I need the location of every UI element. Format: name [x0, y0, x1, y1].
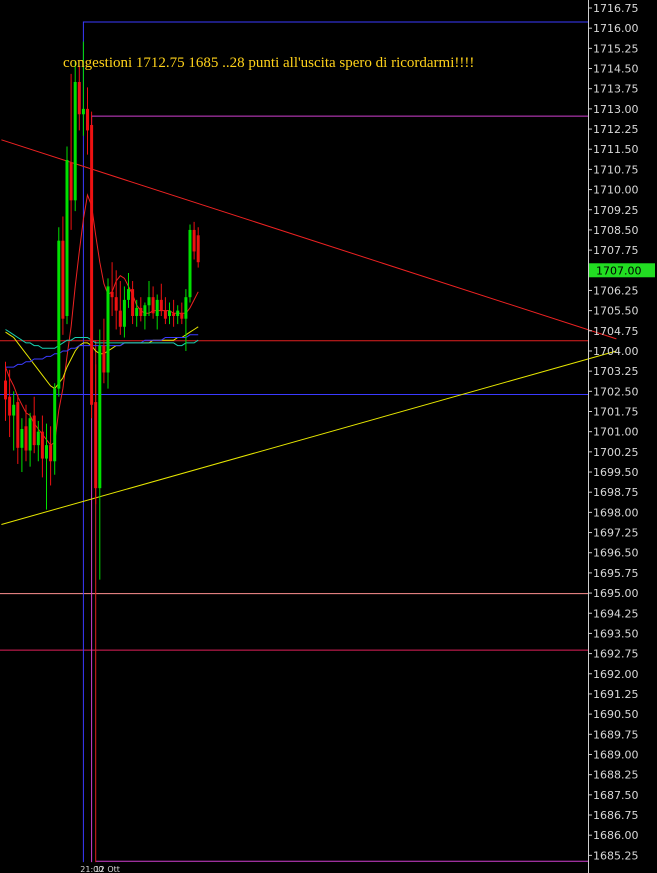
price-tick-label: 1703.25	[593, 365, 639, 378]
candle-body	[65, 159, 69, 317]
price-tick-label: 1692.00	[593, 668, 639, 681]
candle-body	[28, 418, 32, 451]
candle-body	[118, 310, 122, 327]
candle-body	[12, 404, 16, 416]
candle-body	[196, 235, 200, 263]
price-tick-label: 1700.25	[593, 446, 639, 459]
price-tick-label: 1704.75	[593, 325, 639, 338]
price-tick-label: 1699.50	[593, 466, 639, 479]
price-tick-label: 1689.75	[593, 728, 639, 741]
last-price-badge: 1707.00	[589, 263, 655, 278]
price-tick-label: 1696.50	[593, 547, 639, 560]
candle-body	[61, 240, 65, 319]
time-axis-label: 12 Ott	[95, 865, 120, 873]
price-tick-label: 1686.00	[593, 829, 639, 842]
price-tick-label: 1698.75	[593, 486, 639, 499]
price-tick-label: 1692.75	[593, 648, 639, 661]
candle-body	[155, 299, 159, 317]
price-tick-label: 1715.25	[593, 42, 639, 55]
price-chart: 1716.75 1716.00 1715.25 1714.50 1713.75 1713.…	[0, 0, 657, 873]
price-tick-label: 1704.00	[593, 345, 639, 358]
candle-body	[131, 289, 135, 317]
price-tick-label: 1689.00	[593, 748, 639, 761]
price-tick-label: 1695.00	[593, 587, 639, 600]
price-tick-label: 1708.50	[593, 224, 639, 237]
candle-body	[172, 313, 176, 317]
price-tick-label: 1709.25	[593, 204, 639, 217]
price-tick-label: 1686.75	[593, 809, 639, 822]
candle-body	[36, 431, 40, 446]
price-tick-label: 1710.75	[593, 163, 639, 176]
price-tick-label: 1713.75	[593, 83, 639, 96]
candle-body	[94, 402, 98, 489]
candle-body	[122, 299, 126, 327]
candle-body	[90, 125, 94, 405]
price-tick-label: 1697.25	[593, 527, 639, 540]
candle-body	[188, 229, 192, 298]
price-tick-label: 1691.25	[593, 688, 639, 701]
candle-body	[4, 380, 7, 400]
candle-body	[57, 240, 61, 389]
candle-body	[110, 291, 114, 298]
price-tick-label: 1716.75	[593, 2, 639, 15]
price-tick-label: 1712.25	[593, 123, 639, 136]
price-tick-label: 1685.25	[593, 849, 639, 862]
candle-body	[127, 289, 130, 300]
candle-body	[86, 108, 89, 131]
candle-body	[135, 307, 139, 317]
price-tick-label: 1693.50	[593, 627, 639, 640]
price-tick-label: 1694.25	[593, 607, 639, 620]
candle-body	[139, 307, 143, 317]
candle-body	[163, 310, 167, 319]
candle-body	[69, 162, 73, 201]
time-axis-labels: 21:0012 Ott	[80, 865, 120, 873]
candle-body	[102, 345, 106, 373]
price-tick-label: 1688.25	[593, 769, 639, 782]
candle-body	[184, 297, 188, 319]
candle-body	[151, 297, 155, 314]
candle-body	[81, 108, 85, 115]
candle-body	[147, 297, 151, 306]
candle-body	[40, 431, 44, 459]
candle-body	[16, 402, 20, 448]
price-tick-label: 1706.25	[593, 284, 639, 297]
candle-body	[77, 81, 81, 115]
candle-body	[168, 310, 171, 317]
candle-body	[176, 310, 180, 317]
candle-body	[49, 445, 53, 462]
price-tick-label: 1687.50	[593, 789, 639, 802]
last-price-label: 1707.00	[596, 264, 642, 277]
price-tick-label: 1701.00	[593, 426, 639, 439]
candle-body	[73, 81, 77, 201]
candle-body	[24, 426, 28, 451]
candle-body	[106, 286, 110, 373]
candle-body	[8, 396, 12, 416]
price-tick-label: 1695.75	[593, 567, 639, 580]
candle-body	[98, 345, 102, 489]
candle-body	[53, 388, 57, 462]
chart-annotation: congestioni 1712.75 1685 ..28 punti all'…	[63, 55, 474, 71]
price-tick-label: 1711.50	[593, 143, 639, 156]
price-tick-label: 1705.50	[593, 305, 639, 318]
price-tick-label: 1710.00	[593, 184, 639, 197]
candle-body	[45, 445, 48, 459]
price-tick-label: 1701.75	[593, 406, 639, 419]
candle-body	[20, 428, 24, 448]
price-axis-ticks: 1716.75 1716.00 1715.25 1714.50 1713.75 1713.…	[588, 2, 639, 862]
candle-body	[192, 229, 196, 252]
candle-body	[32, 415, 36, 446]
price-tick-label: 1713.00	[593, 103, 639, 116]
price-tick-label: 1714.50	[593, 63, 639, 76]
candle-body	[114, 297, 118, 311]
price-tick-label: 1702.50	[593, 385, 639, 398]
price-tick-label: 1716.00	[593, 22, 639, 35]
price-tick-label: 1707.75	[593, 244, 639, 257]
candle-body	[159, 299, 163, 311]
candle-body	[143, 305, 147, 317]
candle-body	[180, 313, 184, 319]
price-tick-label: 1698.00	[593, 506, 639, 519]
price-tick-label: 1690.50	[593, 708, 639, 721]
